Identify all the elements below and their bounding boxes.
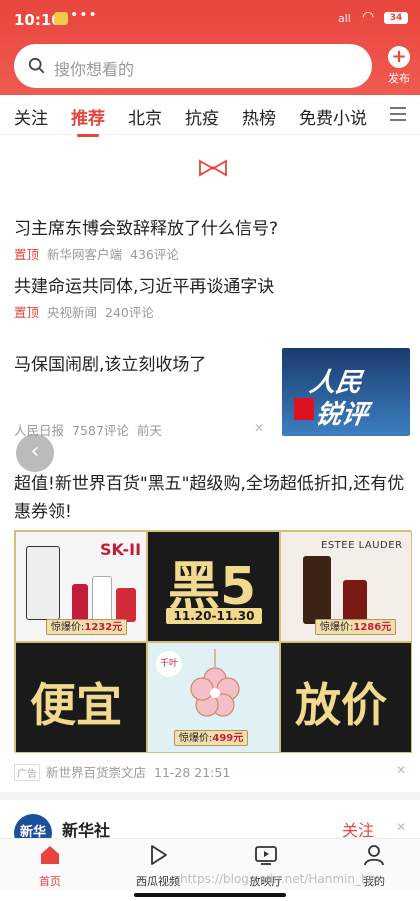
ad-meta: 广告 新世界百货崇文店 11-28 21:51 — [14, 762, 230, 781]
ad-cell-pendant: 千叶 惊爆价:499元 — [147, 642, 280, 753]
qianye-logo: 千叶 — [156, 651, 182, 677]
signal-icon: all — [338, 12, 351, 25]
back-arrow-button[interactable]: ‹ — [16, 434, 54, 472]
bow-icon — [199, 159, 227, 177]
nav-home-label: 首页 — [39, 875, 61, 888]
news-source: 央视新闻 — [47, 305, 98, 320]
watermark: https://blog.csdn.net/Hanmin_hm — [180, 872, 381, 886]
skii-brand: SK-II — [100, 540, 142, 559]
news-title-2[interactable]: 共建命运共同体,习近平再谈通字诀 — [14, 272, 274, 297]
top-header: 10:10 ••• all ◠ 34 搜你想看的 + 发布 — [0, 0, 420, 95]
tab-hot[interactable]: 热榜 — [242, 104, 276, 129]
ad-cell-black5: 黑5 11.20-11.30 — [147, 531, 280, 642]
estee-brand: ESTEE LAUDER — [321, 540, 403, 551]
tv-icon — [255, 846, 277, 865]
news-source: 新华网客户端 — [47, 247, 123, 262]
tab-beijing[interactable]: 北京 — [128, 104, 162, 129]
ad-cell-estee: ESTEE LAUDER 惊爆价:1286元 — [280, 531, 412, 642]
play-icon — [151, 845, 167, 865]
ad-cell-skii: SK-II 惊爆价:1232元 — [15, 531, 147, 642]
ad-image-grid[interactable]: SK-II 惊爆价:1232元 黑5 11.20-11.30 ESTEE LAU… — [14, 530, 412, 753]
news-thumbnail[interactable]: 人民 锐评 — [282, 348, 410, 436]
price-tag-2: 惊爆价:1286元 — [315, 619, 397, 635]
pinned-badge: 置顶 — [14, 247, 40, 262]
news-title-3[interactable]: 马保国闹剧,该立刻收场了 — [14, 350, 206, 375]
user-icon — [364, 845, 384, 866]
wifi-icon: ◠ — [362, 9, 375, 25]
search-bar[interactable]: 搜你想看的 — [14, 44, 372, 88]
ad-time: 11-28 21:51 — [154, 765, 231, 780]
news-meta-1: 置顶 新华网客户端 436评论 — [14, 244, 187, 263]
news-meta-2: 置顶 央视新闻 240评论 — [14, 302, 162, 321]
news-comments: 436评论 — [130, 247, 179, 262]
thumbnail-text-2: 锐评 — [313, 400, 370, 430]
search-placeholder: 搜你想看的 — [54, 60, 135, 79]
price-tag-3: 惊爆价:499元 — [174, 730, 249, 746]
pinned-badge: 置顶 — [14, 305, 40, 320]
home-icon — [41, 846, 59, 864]
discount-text: 放价 — [295, 678, 387, 732]
home-indicator[interactable] — [134, 893, 286, 897]
sale-date-range: 11.20-11.30 — [166, 608, 262, 624]
news-time: 前天 — [136, 423, 162, 438]
tab-epidemic[interactable]: 抗疫 — [185, 104, 219, 129]
dismiss-icon[interactable]: ✕ — [254, 421, 264, 435]
ad-cell-discount: 放价 — [280, 642, 412, 753]
tab-recommend[interactable]: 推荐 — [71, 104, 105, 137]
nav-home[interactable]: 首页 — [15, 843, 85, 889]
channel-tabs: 关注 推荐 北京 抗疫 热榜 免费小说 — [0, 95, 420, 137]
publish-label: 发布 — [388, 72, 410, 85]
more-notifications-icon: ••• — [70, 7, 98, 23]
tab-novels[interactable]: 免费小说 — [299, 104, 367, 129]
section-divider — [0, 792, 420, 800]
notification-icon — [54, 12, 68, 25]
price-tag-1: 惊爆价:1232元 — [46, 619, 128, 635]
tab-follow[interactable]: 关注 — [14, 104, 48, 129]
dismiss-icon[interactable]: ✕ — [396, 763, 406, 777]
ad-badge: 广告 — [14, 764, 40, 781]
status-bar: 10:10 ••• all ◠ 34 — [0, 0, 420, 36]
ad-source: 新世界百货崇文店 — [46, 765, 147, 780]
channel-menu-icon[interactable] — [390, 107, 406, 121]
news-comments: 7587评论 — [72, 423, 129, 438]
plus-icon: + — [388, 46, 410, 68]
news-comments: 240评论 — [105, 305, 154, 320]
ad-title[interactable]: 超值!新世界百货"黑五"超级购,全场超低折扣,还有优惠券领! — [14, 470, 410, 526]
dismiss-icon[interactable]: ✕ — [396, 820, 406, 834]
flower-pendant-icon — [190, 649, 240, 717]
battery-icon: 34 — [384, 12, 408, 24]
cheap-text: 便宜 — [30, 678, 122, 732]
publish-button[interactable]: + 发布 — [384, 46, 414, 86]
news-title-1[interactable]: 习主席东博会致辞释放了什么信号? — [14, 214, 278, 239]
ad-cell-cheap: 便宜 — [15, 642, 147, 753]
search-icon — [28, 57, 45, 74]
